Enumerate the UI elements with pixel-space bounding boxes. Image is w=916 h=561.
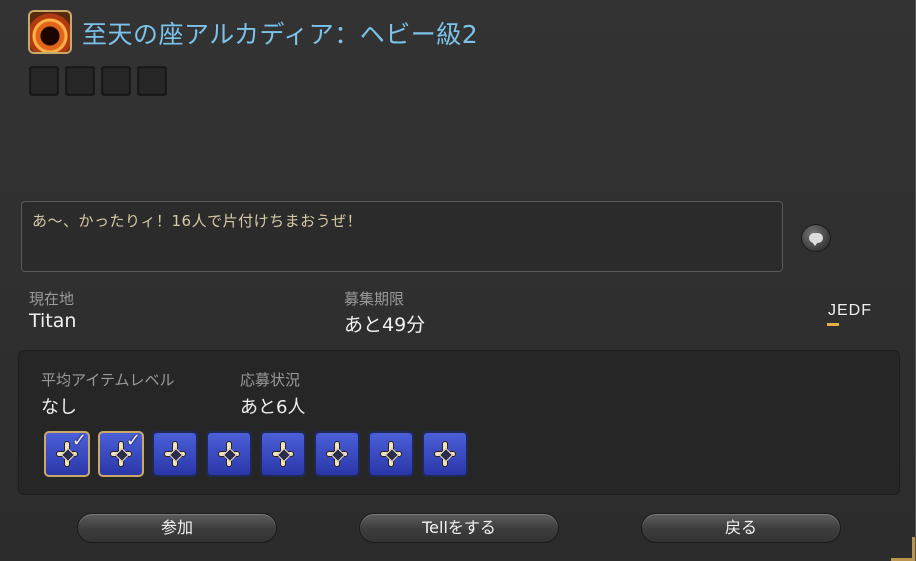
expiry-value: あと49分 [344, 314, 426, 336]
requirement-slot [65, 66, 95, 96]
chat-bubble-button[interactable] [801, 224, 831, 252]
recruitment-comment: あ～、かったりィ！16人で片付けちまおうぜ！ [21, 201, 783, 272]
job-emblem-icon [164, 442, 186, 466]
status-value: あと6人 [240, 397, 306, 418]
expiry-label: 募集期限 [344, 290, 405, 308]
location-label: 現在地 [29, 290, 75, 308]
back-button[interactable]: 戻る [641, 513, 841, 543]
job-emblem-icon [272, 442, 294, 466]
tell-button[interactable]: Tellをする [359, 513, 559, 543]
job-slot-icon [422, 431, 468, 477]
ilvl-label: 平均アイテムレベル [41, 371, 175, 389]
job-slot-icon [152, 431, 198, 477]
language-flags: JEDF [828, 302, 872, 319]
job-slot-icon [314, 431, 360, 477]
location-value: Titan [29, 310, 77, 332]
job-slot-icon [368, 431, 414, 477]
requirement-slot [29, 66, 59, 96]
party-slots: ✓ ✓ [44, 430, 468, 477]
ilvl-value: なし [41, 397, 77, 418]
job-emblem-icon [434, 442, 456, 466]
checkmark-icon: ✓ [71, 430, 87, 451]
duty-title: 至天の座アルカディア：ヘビー級2 [82, 20, 479, 49]
job-slot-icon: ✓ [98, 430, 144, 477]
party-finder-window: 至天の座アルカディア：ヘビー級2 あ～、かったりィ！16人で片付けちまおうぜ！ … [0, 0, 916, 561]
duty-icon [28, 10, 72, 54]
requirement-slots [29, 66, 167, 96]
corner-decoration [891, 537, 915, 561]
requirement-slot [137, 66, 167, 96]
language-marker [827, 323, 839, 326]
chat-bubble-icon [809, 233, 823, 246]
join-button[interactable]: 参加 [77, 513, 277, 543]
job-emblem-icon [380, 442, 402, 466]
job-emblem-icon [326, 442, 348, 466]
job-emblem-icon [218, 442, 240, 466]
requirement-slot [101, 66, 131, 96]
status-label: 応募状況 [240, 371, 301, 389]
job-slot-icon [206, 431, 252, 477]
checkmark-icon: ✓ [125, 430, 141, 451]
job-slot-icon [260, 431, 306, 477]
job-slot-icon: ✓ [44, 430, 90, 477]
